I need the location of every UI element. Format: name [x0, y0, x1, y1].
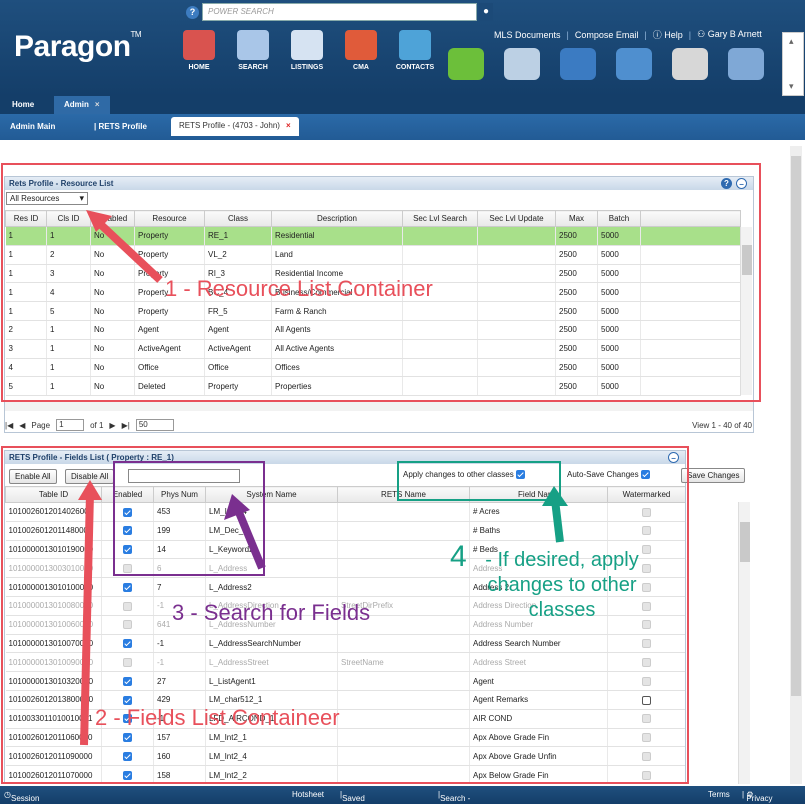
annotation-1: 1 - Resource List Container — [165, 276, 433, 301]
annotation-4-text: - If desired, apply changes to other cla… — [485, 549, 639, 621]
annotation-2: 2 - Fields List Containeer — [95, 705, 340, 730]
annotation-3: 3 - Search for Fields — [172, 600, 371, 625]
annotation-arrows — [78, 210, 568, 746]
